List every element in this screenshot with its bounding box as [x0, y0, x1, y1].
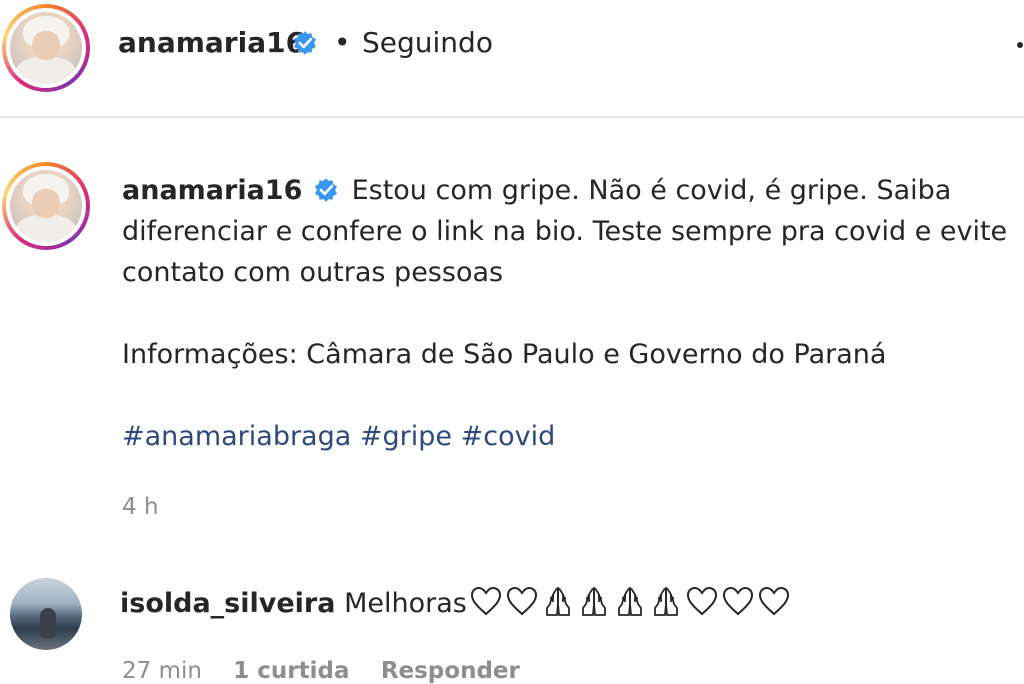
post-author-avatar[interactable] [2, 162, 90, 250]
hashtag-link[interactable]: #gripe [360, 421, 452, 452]
verified-badge-icon [314, 178, 338, 202]
praying-hands-icon [617, 587, 642, 616]
praying-hands-icon [653, 587, 678, 616]
heart-outline-icon [686, 586, 717, 616]
following-button[interactable]: Seguindo [362, 26, 493, 59]
commenter-username[interactable]: isolda_silveira [120, 588, 335, 619]
praying-hands-icon [581, 587, 606, 616]
comment-body: isolda_silveira Melhoras [120, 584, 791, 619]
separator-dot: • [334, 26, 351, 59]
hashtags: #anamariabraga #gripe #covid [122, 416, 1024, 457]
header-username[interactable]: anamaria16 [118, 26, 305, 59]
divider [0, 116, 1024, 118]
hashtag-link[interactable]: #anamariabraga [122, 421, 351, 452]
caption-line-1: anamaria16 Estou com gripe. Não é covid,… [122, 170, 1024, 211]
heart-outline-icon [722, 586, 753, 616]
emoji-row [467, 586, 791, 619]
caption-text-line: Estou com gripe. Não é covid, é gripe. S… [351, 175, 952, 206]
heart-outline-icon [470, 586, 501, 616]
caption-info: Informações: Câmara de São Paulo e Gover… [122, 339, 887, 370]
comment-timestamp[interactable]: 27 min [122, 658, 202, 684]
post-caption: anamaria16 Estou com gripe. Não é covid,… [122, 170, 1024, 457]
post-timestamp[interactable]: 4 h [122, 494, 159, 520]
reply-button[interactable]: Responder [381, 658, 520, 684]
caption-text-line: contato com outras pessoas [122, 257, 504, 288]
comment-meta: 27 min 1 curtida Responder [122, 658, 544, 684]
heart-outline-icon [758, 586, 789, 616]
comment-likes[interactable]: 1 curtida [233, 658, 349, 684]
heart-outline-icon [506, 586, 537, 616]
caption-text-line: diferenciar e confere o link na bio. Tes… [122, 216, 1008, 247]
header-avatar[interactable] [2, 4, 90, 92]
more-options-icon[interactable] [1016, 38, 1024, 52]
caption-username[interactable]: anamaria16 [122, 175, 302, 206]
verified-badge-icon [293, 31, 317, 55]
praying-hands-icon [545, 587, 570, 616]
hashtag-link[interactable]: #covid [461, 421, 556, 452]
comment-text: Melhoras [344, 588, 467, 619]
commenter-avatar[interactable] [10, 578, 82, 650]
